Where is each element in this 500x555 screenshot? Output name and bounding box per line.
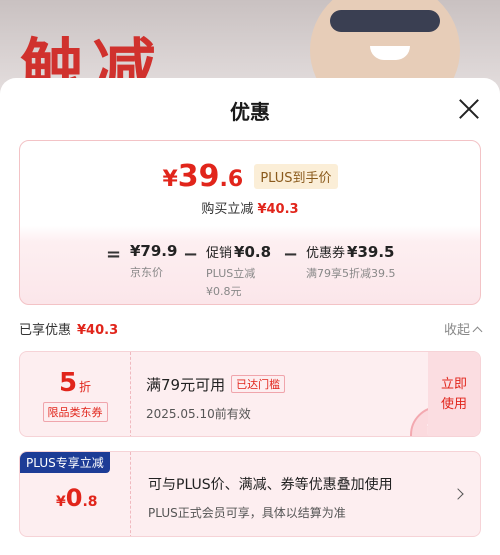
chevron-up-icon xyxy=(472,326,483,337)
coupon-sub-label: 满79享5折减39.5 xyxy=(306,267,396,280)
coupon-discount-block: 5折 限品类东券 xyxy=(20,352,131,436)
plus-currency: ¥ xyxy=(56,494,66,510)
discount-sheet: 优惠 ¥39.6 PLUS到手价 购买立减 ¥40.3 = ¥79.9 京东价 −… xyxy=(0,78,500,555)
buy-discount-label: 购买立减 xyxy=(201,202,254,217)
enjoyed-discount-row: 已享优惠 ¥40.3 收起 xyxy=(19,319,483,339)
currency-symbol: ¥ xyxy=(162,167,178,192)
plus-info: 可与PLUS价、满减、券等优惠叠加使用 PLUS正式会员可享，具体以结算为准 xyxy=(148,474,393,521)
buy-discount-amount: ¥40.3 xyxy=(257,202,299,217)
promo-value: ¥0.8 xyxy=(234,243,272,261)
sunglasses-graphic xyxy=(330,10,440,32)
plus-info-line2: PLUS正式会员可享，具体以结算为准 xyxy=(148,506,346,520)
use-now-button[interactable]: 立即使用 xyxy=(428,352,480,436)
buy-discount-row: 购买立减 ¥40.3 xyxy=(20,198,480,217)
coupon-value: ¥39.5 xyxy=(347,243,395,261)
coupon-discount-unit: 折 xyxy=(79,380,92,394)
coupon-label: 优惠券 xyxy=(306,246,346,261)
coupon-category-tag: 限品类东券 xyxy=(42,402,108,422)
plus-info-line1: 可与PLUS价、满减、券等优惠叠加使用 xyxy=(148,477,393,493)
plus-price-tag: PLUS到手价 xyxy=(254,164,338,189)
plus-amount-integer: 0 xyxy=(65,484,83,512)
collapse-label: 收起 xyxy=(443,323,470,338)
final-price-row: ¥39.6 PLUS到手价 xyxy=(20,159,480,194)
price-breakdown-card: ¥39.6 PLUS到手价 购买立减 ¥40.3 = ¥79.9 京东价 − 促销… xyxy=(19,140,481,305)
minus-sign: − xyxy=(283,244,299,265)
final-price: ¥39.6 xyxy=(162,159,243,194)
equals-sign: = xyxy=(106,244,122,265)
price-formula: = ¥79.9 京东价 − 促销 ¥0.8 PLUS立减 ¥0.8元 − 优惠券 ¥… xyxy=(20,238,480,302)
plus-badge: PLUS专享立减 xyxy=(20,452,110,473)
coupon-info: 满79元可用 已达门槛 2025.05.10前有效 xyxy=(146,374,286,422)
promo-sub-amount: ¥0.8元 xyxy=(206,285,242,298)
plus-amount: ¥0.8 xyxy=(56,484,98,512)
coupon-item: 优惠券 ¥39.5 满79享5折减39.5 xyxy=(306,242,396,281)
jd-price-item: ¥79.9 京东价 xyxy=(130,242,177,280)
chevron-right-icon[interactable] xyxy=(452,488,464,500)
enjoyed-label-text: 已享优惠 xyxy=(19,323,72,338)
coupon-validity: 2025.05.10前有效 xyxy=(146,407,251,421)
sheet-title: 优惠 xyxy=(230,100,270,124)
promo-item: 促销 ¥0.8 PLUS立减 ¥0.8元 xyxy=(206,242,271,299)
promo-label: 促销 xyxy=(206,246,233,261)
coupon-card: 5折 限品类东券 满79元可用已达门槛 2025.05.10前有效 已领 立即使… xyxy=(19,351,481,437)
coupon-status-tag: 已达门槛 xyxy=(231,375,286,393)
promo-sub-label: PLUS立减 xyxy=(206,267,256,280)
jd-price-value: ¥79.9 xyxy=(130,242,178,260)
minus-sign: − xyxy=(183,244,199,265)
jd-price-label: 京东价 xyxy=(130,266,163,279)
final-price-decimal: .6 xyxy=(219,167,244,192)
plus-amount-decimal: .8 xyxy=(82,494,98,510)
collapse-button[interactable]: 收起 xyxy=(443,319,483,338)
close-icon[interactable] xyxy=(458,98,480,120)
enjoyed-amount: ¥40.3 xyxy=(77,323,119,338)
coupon-condition: 满79元可用 xyxy=(146,376,226,394)
coupon-discount-value: 5 xyxy=(58,368,78,398)
final-price-integer: 39 xyxy=(177,159,220,194)
use-now-label: 立即使用 xyxy=(440,377,467,412)
plus-discount-card[interactable]: ¥0.8 PLUS专享立减 可与PLUS价、满减、券等优惠叠加使用 PLUS正式… xyxy=(19,451,481,537)
enjoyed-discount-label: 已享优惠 ¥40.3 xyxy=(19,319,118,338)
